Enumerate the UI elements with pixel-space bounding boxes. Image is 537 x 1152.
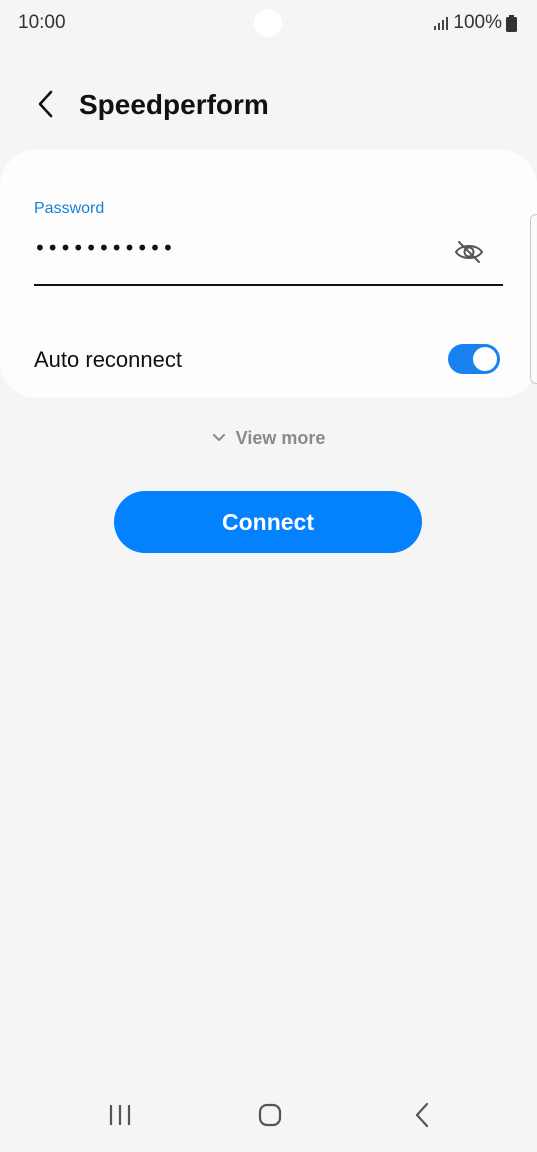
auto-reconnect-label: Auto reconnect xyxy=(34,347,182,372)
auto-reconnect-row[interactable]: Auto reconnect xyxy=(34,340,503,380)
app-header: Speedperform xyxy=(0,80,537,132)
battery-icon xyxy=(506,14,517,32)
home-icon xyxy=(258,1103,282,1132)
signal-icon xyxy=(433,15,449,31)
password-underline xyxy=(34,284,503,286)
recents-icon xyxy=(108,1104,132,1131)
status-bar: 10:00 100% xyxy=(0,0,537,48)
eye-off-icon xyxy=(453,238,485,271)
connect-button[interactable]: Connect xyxy=(114,491,422,553)
password-label: Password xyxy=(34,200,105,217)
chevron-down-icon xyxy=(212,430,226,448)
navigation-bar xyxy=(0,1082,537,1152)
status-indicators: 100% xyxy=(433,12,517,34)
page-title: Speedperform xyxy=(79,89,269,120)
wifi-password-card: Password Auto reconnect xyxy=(0,150,537,398)
auto-reconnect-toggle[interactable] xyxy=(448,344,500,374)
back-icon xyxy=(414,1102,430,1133)
back-button[interactable] xyxy=(26,86,66,126)
camera-cutout xyxy=(254,9,282,37)
nav-back-button[interactable] xyxy=(402,1100,442,1134)
toggle-knob xyxy=(473,347,497,371)
status-time: 10:00 xyxy=(18,12,66,33)
scroll-indicator[interactable] xyxy=(530,214,537,384)
password-input[interactable] xyxy=(34,228,434,268)
view-more-button[interactable]: View more xyxy=(0,428,537,449)
recents-button[interactable] xyxy=(100,1100,140,1134)
view-more-label: View more xyxy=(235,428,326,448)
show-password-button[interactable] xyxy=(451,236,487,272)
chevron-left-icon xyxy=(36,89,56,124)
home-button[interactable] xyxy=(250,1100,290,1134)
battery-percent: 100% xyxy=(453,12,502,33)
